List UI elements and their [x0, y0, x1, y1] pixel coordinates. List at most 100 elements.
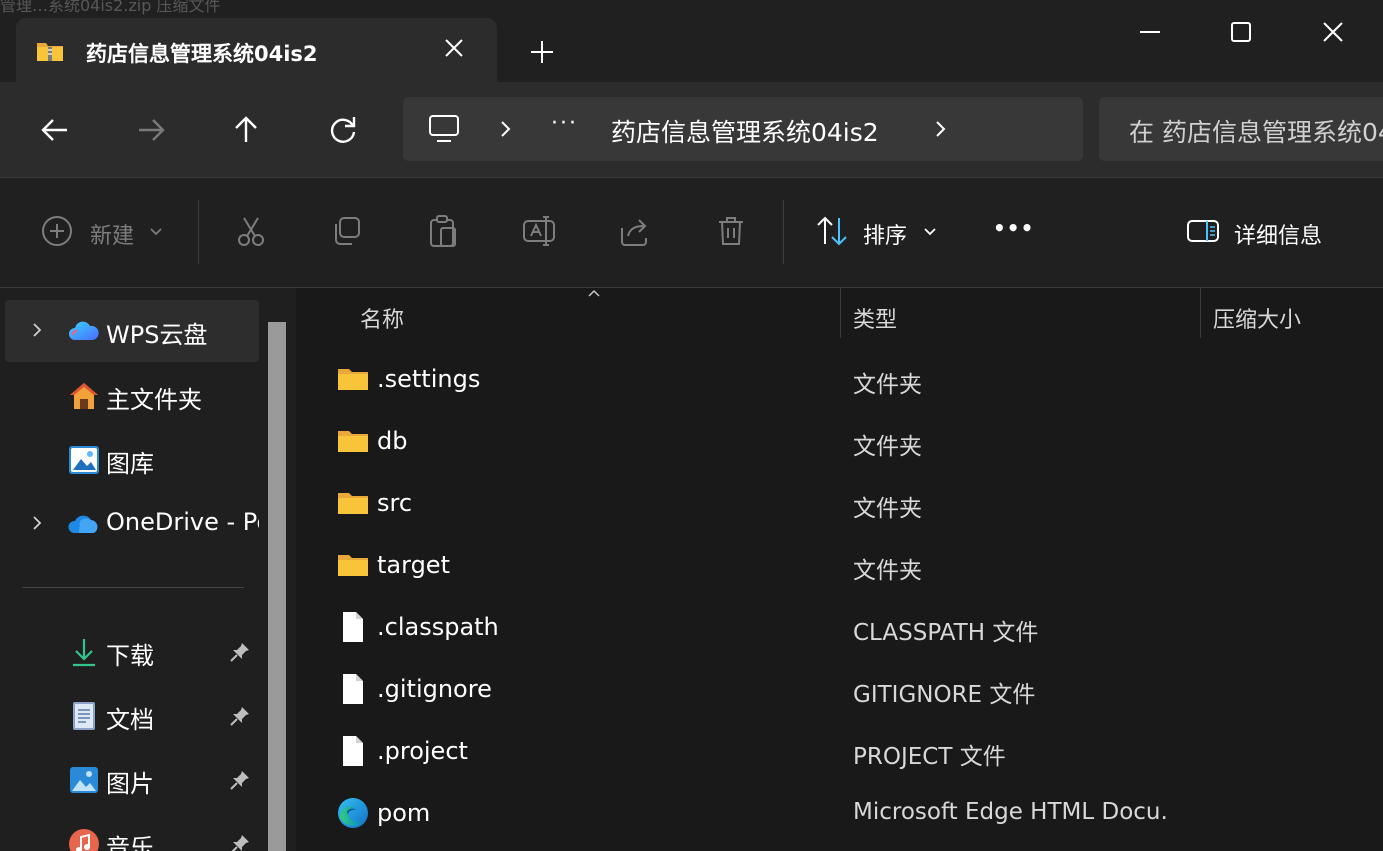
minimize-icon[interactable] [1132, 14, 1168, 50]
sort-ascending-icon [588, 290, 600, 297]
table-row[interactable]: .settings 文件夹 [296, 350, 1383, 412]
file-name: .classpath [377, 613, 499, 641]
sidebar-separator [22, 587, 244, 588]
home-icon [70, 383, 98, 409]
file-type: 文件夹 [853, 558, 922, 584]
sidebar-scrollbar-thumb[interactable] [268, 322, 286, 851]
details-button[interactable]: 详细信息 [1234, 218, 1322, 250]
file-icon [343, 736, 363, 766]
column-header-type[interactable]: 类型 [853, 302, 897, 334]
sidebar-item-label: WPS云盘 [106, 321, 208, 349]
table-row[interactable]: .classpath CLASSPATH 文件 [296, 598, 1383, 660]
address-bar[interactable]: ··· 药店信息管理系统04is2 [403, 97, 1083, 161]
sidebar-item-label: 图片 [106, 770, 154, 798]
forward-icon[interactable] [129, 108, 173, 152]
sort-icon[interactable] [815, 214, 849, 248]
new-button[interactable]: 新建 [90, 218, 134, 250]
onedrive-icon [68, 515, 98, 533]
document-icon [73, 702, 95, 730]
new-tab-icon[interactable] [526, 36, 558, 68]
sidebar-item-downloads[interactable]: 下载 [5, 621, 259, 683]
sidebar-item-documents[interactable]: 文档 [5, 685, 259, 747]
file-type: Microsoft Edge HTML Docu. [853, 799, 1168, 825]
pin-icon[interactable] [229, 769, 251, 791]
chevron-down-icon[interactable] [148, 226, 164, 238]
file-name: .project [377, 737, 468, 765]
title-bar: 管理…系统04is2.zip 压缩文件 药店信息管理系统04is2 [0, 0, 1383, 82]
column-divider[interactable] [1200, 288, 1201, 338]
folder-icon [338, 493, 368, 514]
table-row[interactable]: src 文件夹 [296, 474, 1383, 536]
table-row[interactable]: .gitignore GITIGNORE 文件 [296, 660, 1383, 722]
separator [198, 200, 199, 264]
close-tab-icon[interactable] [440, 34, 468, 62]
table-row[interactable]: target 文件夹 [296, 536, 1383, 598]
download-icon [73, 639, 95, 667]
sidebar-item-onedrive[interactable]: OneDrive - Personal [5, 493, 259, 555]
sidebar-item-home[interactable]: 主文件夹 [5, 365, 259, 427]
sidebar-item-gallery[interactable]: 图库 [5, 429, 259, 491]
file-name: target [377, 551, 450, 579]
pictures-icon [70, 767, 98, 793]
details-pane-icon[interactable] [1186, 214, 1220, 248]
rename-icon[interactable] [522, 214, 556, 248]
chevron-right-icon[interactable] [930, 119, 950, 139]
up-icon[interactable] [224, 108, 268, 152]
file-type: 文件夹 [853, 496, 922, 522]
file-type: CLASSPATH 文件 [853, 620, 1039, 646]
cut-icon[interactable] [234, 214, 268, 248]
gallery-icon [69, 446, 99, 474]
sidebar-item-music[interactable]: 音乐 [5, 813, 259, 851]
pin-icon[interactable] [229, 705, 251, 727]
table-row[interactable]: pom Microsoft Edge HTML Docu. [296, 784, 1383, 846]
file-list: 名称 类型 压缩大小 .settings 文件夹 db 文件夹 src 文件夹 … [296, 288, 1383, 851]
column-header-name[interactable]: 名称 [360, 302, 404, 334]
navigation-bar: ··· 药店信息管理系统04is2 在 药店信息管理系统04is2 中搜索 [0, 82, 1383, 178]
copy-icon[interactable] [330, 214, 364, 248]
file-name: db [377, 427, 408, 455]
chevron-right-icon[interactable] [29, 322, 45, 338]
chevron-down-icon[interactable] [922, 226, 938, 238]
sidebar-item-label: 图库 [106, 450, 154, 478]
this-pc-icon[interactable] [427, 113, 461, 145]
file-type: 文件夹 [853, 372, 922, 398]
search-placeholder: 在 药店信息管理系统04is2 中搜索 [1129, 118, 1383, 147]
sidebar-item-wps-cloud[interactable]: WPS云盘 [5, 300, 259, 362]
music-icon [69, 829, 99, 851]
paste-icon[interactable] [426, 214, 460, 248]
file-icon [343, 674, 363, 704]
table-row[interactable]: db 文件夹 [296, 412, 1383, 474]
file-type: 文件夹 [853, 434, 922, 460]
sidebar-item-label: 音乐 [106, 834, 154, 851]
file-name: .settings [377, 365, 481, 393]
refresh-icon[interactable] [321, 108, 365, 152]
breadcrumb-more[interactable]: ··· [551, 111, 578, 136]
sidebar-item-pictures[interactable]: 图片 [5, 749, 259, 811]
cloud-icon [69, 321, 99, 340]
chevron-right-icon[interactable] [495, 119, 515, 139]
search-input[interactable]: 在 药店信息管理系统04is2 中搜索 [1099, 97, 1383, 161]
maximize-icon[interactable] [1223, 14, 1259, 50]
file-icon [343, 612, 363, 642]
share-icon[interactable] [618, 214, 652, 248]
close-window-icon[interactable] [1315, 14, 1351, 50]
column-divider[interactable] [840, 288, 841, 338]
more-options-button[interactable]: ••• [993, 216, 1034, 240]
back-icon[interactable] [33, 108, 77, 152]
file-type: GITIGNORE 文件 [853, 682, 1036, 708]
navigation-pane: WPS云盘 主文件夹 图库 OneDrive - Personal [0, 288, 296, 851]
chevron-right-icon[interactable] [29, 515, 45, 531]
tab-title: 药店信息管理系统04is2 [86, 42, 318, 66]
table-row[interactable]: .project PROJECT 文件 [296, 722, 1383, 784]
new-plus-icon[interactable] [40, 214, 74, 248]
pin-icon[interactable] [229, 641, 251, 663]
tab-current[interactable]: 药店信息管理系统04is2 [16, 18, 497, 82]
breadcrumb-current-folder[interactable]: 药店信息管理系统04is2 [611, 113, 879, 149]
pin-icon[interactable] [229, 833, 251, 851]
sort-button[interactable]: 排序 [863, 218, 907, 250]
file-name: src [377, 489, 413, 517]
command-bar: 新建 排序 ••• 详细信息 [0, 178, 1383, 288]
sidebar-item-label: 下载 [106, 642, 154, 670]
delete-icon[interactable] [714, 214, 748, 248]
column-header-compressed-size[interactable]: 压缩大小 [1213, 302, 1301, 334]
